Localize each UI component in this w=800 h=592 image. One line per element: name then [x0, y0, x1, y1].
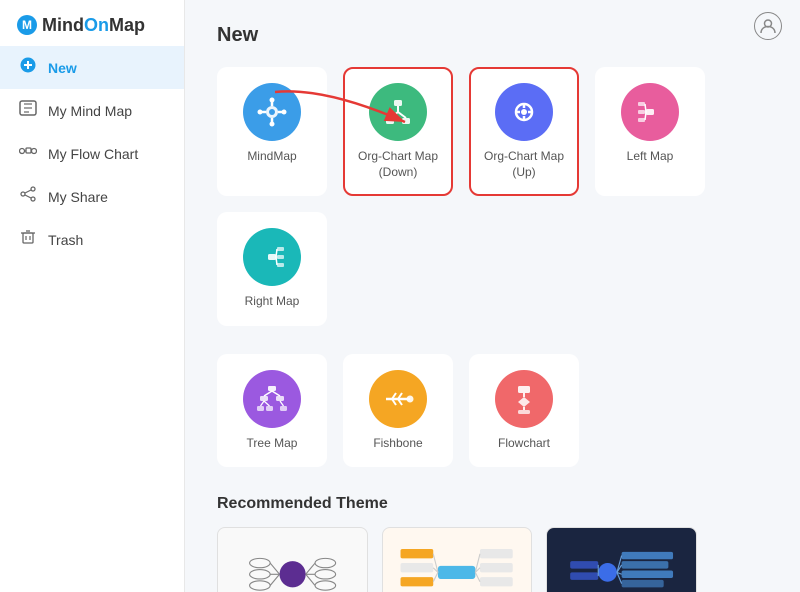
- map-card-tree-map[interactable]: Tree Map: [217, 354, 327, 468]
- map-card-right-map[interactable]: Right Map: [217, 212, 327, 326]
- map-types-row2: Tree Map Fishbone Flowchart: [217, 354, 768, 468]
- logo: M MindOnMap: [0, 0, 184, 46]
- tree-map-icon: [243, 370, 301, 428]
- recommended-theme-section: Recommended Theme: [217, 495, 768, 592]
- flowchart-nav-icon: [18, 143, 38, 164]
- logo-on: On: [84, 15, 109, 35]
- map-card-flowchart[interactable]: Flowchart: [469, 354, 579, 468]
- map-label-mindmap: MindMap: [247, 149, 296, 165]
- map-types-row1: MindMap Org-Chart Map(Down) Org-Chart Ma…: [217, 67, 768, 326]
- main-content: New MindMap Org-Chart Map(Down): [185, 0, 800, 592]
- theme-grid: [217, 527, 697, 592]
- sidebar-label-my-share: My Share: [48, 189, 108, 205]
- logo-map: Map: [109, 15, 145, 35]
- theme-card-1[interactable]: [217, 527, 368, 592]
- trash-nav-icon: [18, 229, 38, 250]
- fishbone-icon: [369, 370, 427, 428]
- theme-3-svg: [551, 535, 692, 592]
- flowchart-icon: [495, 370, 553, 428]
- map-label-org-chart-up: Org-Chart Map (Up): [481, 149, 567, 180]
- map-label-tree-map: Tree Map: [247, 436, 298, 452]
- map-label-left-map: Left Map: [627, 149, 674, 165]
- user-icon[interactable]: [754, 12, 782, 40]
- logo-mind: Mind: [42, 15, 84, 35]
- sidebar-item-trash[interactable]: Trash: [0, 218, 184, 261]
- page-title: New: [217, 24, 768, 47]
- map-label-org-chart-down: Org-Chart Map(Down): [358, 149, 438, 180]
- org-chart-down-icon: [369, 83, 427, 141]
- share-nav-icon: [18, 186, 38, 207]
- sidebar-label-new: New: [48, 60, 77, 76]
- map-card-org-chart-up[interactable]: Org-Chart Map (Up): [469, 67, 579, 196]
- plus-icon: [18, 57, 38, 78]
- logo-icon: M: [16, 14, 38, 36]
- sidebar-label-my-flow-chart: My Flow Chart: [48, 146, 138, 162]
- map-card-fishbone[interactable]: Fishbone: [343, 354, 453, 468]
- sidebar-label-my-mind-map: My Mind Map: [48, 103, 132, 119]
- left-map-icon: [621, 83, 679, 141]
- map-label-right-map: Right Map: [245, 294, 300, 310]
- svg-text:M: M: [22, 18, 32, 32]
- map-card-mindmap[interactable]: MindMap: [217, 67, 327, 196]
- mindmap-nav-icon: [18, 100, 38, 121]
- right-map-icon: [243, 228, 301, 286]
- sidebar-item-my-flow-chart[interactable]: My Flow Chart: [0, 132, 184, 175]
- map-card-org-chart-down[interactable]: Org-Chart Map(Down): [343, 67, 453, 196]
- org-chart-up-icon: [495, 83, 553, 141]
- theme-2-svg: [386, 535, 527, 592]
- sidebar-label-trash: Trash: [48, 232, 83, 248]
- mindmap-icon: [243, 83, 301, 141]
- recommended-theme-title: Recommended Theme: [217, 495, 768, 513]
- sidebar-item-my-share[interactable]: My Share: [0, 175, 184, 218]
- map-label-flowchart: Flowchart: [498, 436, 550, 452]
- map-label-fishbone: Fishbone: [373, 436, 422, 452]
- sidebar-item-new[interactable]: New: [0, 46, 184, 89]
- sidebar: M MindOnMap New My Mind Map My Flow Char…: [0, 0, 185, 592]
- theme-1-svg: [222, 535, 363, 592]
- theme-card-2[interactable]: [382, 527, 533, 592]
- theme-card-3[interactable]: [546, 527, 697, 592]
- map-card-left-map[interactable]: Left Map: [595, 67, 705, 196]
- sidebar-item-my-mind-map[interactable]: My Mind Map: [0, 89, 184, 132]
